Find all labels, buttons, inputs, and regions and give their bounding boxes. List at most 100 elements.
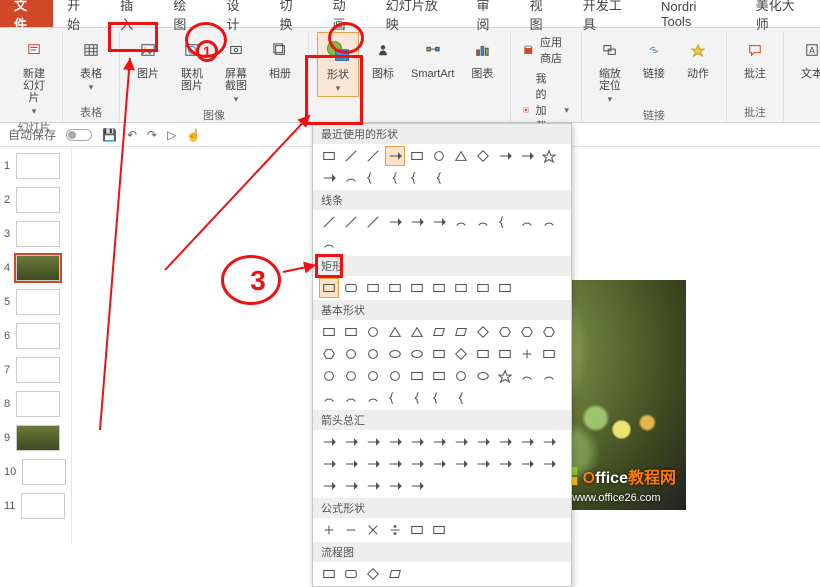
save-icon[interactable]: 💾	[102, 128, 117, 142]
link-button[interactable]: 链接	[634, 32, 674, 107]
shape-item[interactable]	[385, 520, 405, 540]
tab-transition[interactable]: 切换	[266, 0, 319, 27]
slideshow-quick-icon[interactable]: ▷	[167, 128, 176, 142]
comment-button[interactable]: 批注	[735, 32, 775, 82]
shape-item[interactable]	[407, 322, 427, 342]
shape-item[interactable]	[429, 212, 449, 232]
shape-item[interactable]	[319, 366, 339, 386]
shape-item[interactable]	[429, 520, 449, 540]
shape-item[interactable]	[341, 146, 361, 166]
shape-item[interactable]	[385, 322, 405, 342]
text-button[interactable]: A 文本	[792, 32, 820, 82]
touch-icon[interactable]: ☝	[186, 128, 201, 142]
shape-item[interactable]	[539, 454, 559, 474]
action-button[interactable]: 动作	[678, 32, 718, 107]
store-button[interactable]: 应用商店	[523, 34, 569, 66]
shape-item[interactable]	[429, 344, 449, 364]
tab-slideshow[interactable]: 幻灯片放映	[372, 0, 463, 27]
shape-item[interactable]	[319, 212, 339, 232]
shape-item[interactable]	[495, 432, 515, 452]
shape-item[interactable]	[473, 432, 493, 452]
shape-item[interactable]	[385, 564, 405, 584]
shape-item[interactable]	[407, 432, 427, 452]
shape-item[interactable]	[517, 212, 537, 232]
shape-item[interactable]	[363, 212, 383, 232]
thumbnail-3[interactable]: 3	[4, 221, 67, 247]
online-pictures-button[interactable]: 联机图片	[172, 32, 212, 107]
shape-item[interactable]	[495, 366, 515, 386]
tab-animation[interactable]: 动画	[319, 0, 372, 27]
shape-item[interactable]	[341, 366, 361, 386]
shape-item[interactable]	[473, 344, 493, 364]
shape-item[interactable]	[407, 168, 427, 188]
shape-item[interactable]	[407, 366, 427, 386]
shape-item[interactable]	[385, 212, 405, 232]
shape-item[interactable]	[385, 278, 405, 298]
thumbnail-8[interactable]: 8	[4, 391, 67, 417]
shape-item[interactable]	[385, 366, 405, 386]
shape-item[interactable]	[341, 454, 361, 474]
shape-item[interactable]	[451, 366, 471, 386]
shape-item[interactable]	[363, 322, 383, 342]
album-button[interactable]: 相册	[260, 32, 300, 107]
tab-beautify[interactable]: 美化大师	[742, 0, 820, 27]
redo-icon[interactable]: ↷	[147, 128, 157, 142]
shape-item[interactable]	[451, 322, 471, 342]
tab-developer[interactable]: 开发工具	[569, 0, 647, 27]
tab-design[interactable]: 设计	[212, 0, 265, 27]
shape-item[interactable]	[319, 322, 339, 342]
shape-item[interactable]	[385, 146, 405, 166]
thumbnail-10[interactable]: 10	[4, 459, 67, 485]
shape-item[interactable]	[319, 520, 339, 540]
pictures-button[interactable]: 图片	[128, 32, 168, 107]
shape-item[interactable]	[363, 344, 383, 364]
shape-item[interactable]	[429, 322, 449, 342]
shape-item[interactable]	[341, 278, 361, 298]
shape-item[interactable]	[429, 432, 449, 452]
shape-item[interactable]	[363, 454, 383, 474]
thumbnail-2[interactable]: 2	[4, 187, 67, 213]
zoom-button[interactable]: 缩放定位 ▾	[590, 32, 630, 107]
shape-item[interactable]	[385, 344, 405, 364]
shape-item[interactable]	[385, 168, 405, 188]
shape-item[interactable]	[473, 146, 493, 166]
shape-item[interactable]	[495, 344, 515, 364]
thumbnail-7[interactable]: 7	[4, 357, 67, 383]
shape-item[interactable]	[517, 322, 537, 342]
screenshot-button[interactable]: 屏幕截图 ▾	[216, 32, 256, 107]
shape-item[interactable]	[363, 278, 383, 298]
shape-item[interactable]	[429, 146, 449, 166]
shape-item[interactable]	[319, 168, 339, 188]
thumbnail-9[interactable]: 9	[4, 425, 67, 451]
shape-item[interactable]	[539, 322, 559, 342]
smartart-button[interactable]: SmartArt	[407, 32, 458, 97]
shape-item[interactable]	[451, 388, 471, 408]
thumbnail-4[interactable]: 4	[4, 255, 67, 281]
shape-item[interactable]	[473, 366, 493, 386]
shape-item[interactable]	[341, 432, 361, 452]
tab-home[interactable]: 开始	[53, 0, 106, 27]
shape-item[interactable]	[517, 146, 537, 166]
shape-item[interactable]	[451, 278, 471, 298]
shape-item[interactable]	[341, 388, 361, 408]
shape-item[interactable]	[407, 278, 427, 298]
shape-item[interactable]	[517, 344, 537, 364]
shape-item[interactable]	[429, 278, 449, 298]
shape-item[interactable]	[495, 454, 515, 474]
shape-item[interactable]	[407, 520, 427, 540]
tab-file[interactable]: 文件	[0, 0, 53, 27]
shape-item[interactable]	[341, 476, 361, 496]
shape-item[interactable]	[363, 366, 383, 386]
shape-item[interactable]	[319, 432, 339, 452]
thumbnail-5[interactable]: 5	[4, 289, 67, 315]
shape-item[interactable]	[539, 432, 559, 452]
shape-item[interactable]	[363, 168, 383, 188]
shape-item[interactable]	[363, 564, 383, 584]
shape-item[interactable]	[341, 212, 361, 232]
shape-item[interactable]	[385, 476, 405, 496]
shape-item[interactable]	[363, 146, 383, 166]
shape-item[interactable]	[319, 388, 339, 408]
shape-item[interactable]	[407, 146, 427, 166]
shape-item[interactable]	[385, 432, 405, 452]
shape-item[interactable]	[319, 146, 339, 166]
